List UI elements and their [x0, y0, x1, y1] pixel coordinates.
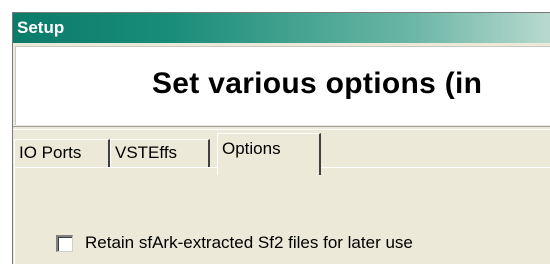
tab-vsteffs[interactable]: VSTEffs	[110, 139, 210, 167]
tab-label: IO Ports	[19, 143, 82, 162]
retain-sfark-option[interactable]: Retain sfArk-extracted Sf2 files for lat…	[56, 233, 413, 253]
page-title: Set various options (in	[152, 67, 483, 100]
background-top	[0, 0, 550, 12]
tab-label: VSTEffs	[115, 143, 178, 162]
background-left	[0, 0, 12, 264]
header-panel: Set various options (in	[15, 46, 550, 125]
options-panel: Retain sfArk-extracted Sf2 files for lat…	[14, 168, 550, 264]
header-divider	[13, 126, 550, 130]
tab-label: Options	[222, 139, 281, 158]
setup-window: Setup Set various options (in IO Ports V…	[0, 0, 550, 264]
tab-io-ports[interactable]: IO Ports	[14, 139, 110, 167]
retain-sfark-label[interactable]: Retain sfArk-extracted Sf2 files for lat…	[85, 233, 413, 253]
title-bar[interactable]: Setup	[13, 13, 550, 43]
tab-options[interactable]: Options	[217, 133, 321, 175]
window-title: Setup	[17, 18, 65, 37]
retain-sfark-checkbox[interactable]	[56, 234, 73, 252]
